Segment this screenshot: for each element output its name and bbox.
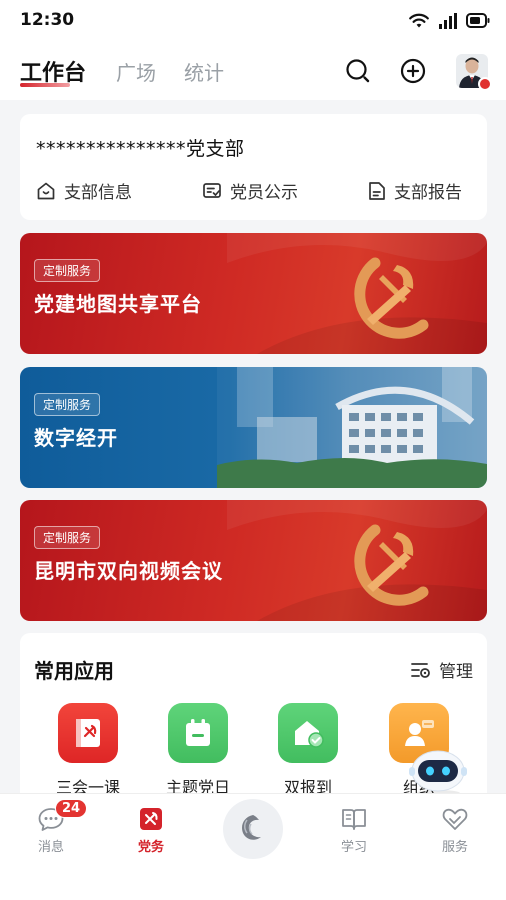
avatar[interactable] bbox=[456, 54, 492, 91]
wifi-icon bbox=[409, 13, 429, 28]
app-three-meetings[interactable]: 三会一课 bbox=[46, 703, 130, 798]
banner-title: 昆明市双向视频会议 bbox=[34, 559, 223, 583]
nav-party-affairs[interactable]: 党务 bbox=[121, 806, 181, 855]
heart-hand-icon bbox=[442, 808, 468, 830]
assistant-robot[interactable] bbox=[408, 747, 468, 797]
branch-report-label: 支部报告 bbox=[394, 183, 462, 203]
status-time: 12:30 bbox=[20, 10, 75, 30]
app-dual-report[interactable]: 双报到 bbox=[266, 703, 350, 798]
calendar-icon bbox=[186, 719, 210, 746]
tab-square[interactable]: 广场 bbox=[116, 57, 156, 86]
nav-label: 消息 bbox=[37, 840, 64, 855]
nav-label: 党务 bbox=[137, 840, 164, 855]
banner-title: 党建地图共享平台 bbox=[34, 292, 202, 316]
nav-label: 服务 bbox=[441, 840, 468, 855]
branch-card: ***************党支部 支部信息 党员公示 支部报告 bbox=[20, 114, 487, 220]
signal-icon bbox=[439, 12, 457, 29]
banner-digital-jingkai[interactable]: 定制服务 数字经开 bbox=[20, 367, 487, 488]
banner-video-conference[interactable]: 定制服务 昆明市双向视频会议 bbox=[20, 500, 487, 621]
top-header: 工作台 广场 统计 bbox=[0, 42, 506, 100]
nav-services[interactable]: 服务 bbox=[425, 806, 485, 855]
bottom-nav: 24 消息 党务 学习 服务 bbox=[0, 793, 506, 900]
nav-messages[interactable]: 24 消息 bbox=[21, 799, 88, 855]
house-icon bbox=[37, 182, 55, 199]
member-notice-link[interactable]: 党员公示 bbox=[202, 178, 298, 203]
nav-study[interactable]: 学习 bbox=[324, 806, 384, 855]
nav-label: 学习 bbox=[340, 840, 367, 855]
app-theme-party-day[interactable]: 主题党日 bbox=[156, 703, 240, 798]
notice-icon bbox=[203, 182, 221, 198]
manage-button[interactable]: 管理 bbox=[411, 657, 473, 682]
banner-tag: 定制服务 bbox=[34, 526, 101, 549]
branch-info-label: 支部信息 bbox=[64, 183, 132, 203]
party-emblem-icon bbox=[227, 233, 487, 354]
building-photo-icon bbox=[217, 367, 487, 488]
member-notice-label: 党员公示 bbox=[230, 183, 298, 203]
status-icons bbox=[408, 12, 490, 29]
app-icon-tile bbox=[58, 703, 118, 763]
plus-circle-icon bbox=[400, 58, 426, 84]
manage-label: 管理 bbox=[439, 662, 473, 682]
people-icon bbox=[405, 720, 434, 746]
party-book-icon bbox=[76, 719, 100, 747]
manage-settings-icon bbox=[411, 662, 430, 678]
banner-tag: 定制服务 bbox=[34, 393, 101, 416]
open-book-icon bbox=[342, 809, 366, 830]
branch-info-link[interactable]: 支部信息 bbox=[36, 178, 132, 203]
search-icon bbox=[346, 59, 370, 83]
app-icon-tile bbox=[168, 703, 228, 763]
party-affairs-icon bbox=[140, 808, 162, 830]
nav-center-button[interactable] bbox=[223, 799, 283, 859]
banner-tag: 定制服务 bbox=[34, 259, 101, 282]
unread-count-badge: 24 bbox=[55, 799, 88, 818]
party-member-badge bbox=[478, 77, 492, 91]
banner-title: 数字经开 bbox=[34, 426, 118, 450]
battery-icon bbox=[466, 13, 490, 28]
status-bar: 12:30 bbox=[0, 0, 506, 42]
branch-report-link[interactable]: 支部报告 bbox=[368, 178, 462, 203]
tab-statistics[interactable]: 统计 bbox=[184, 57, 224, 86]
search-button[interactable] bbox=[344, 57, 372, 85]
document-icon bbox=[369, 181, 385, 200]
home-check-icon bbox=[295, 721, 324, 748]
swirl-logo-icon bbox=[242, 815, 261, 840]
party-emblem-icon bbox=[227, 500, 487, 621]
branch-name: ***************党支部 bbox=[36, 138, 245, 160]
banner-party-map[interactable]: 定制服务 党建地图共享平台 bbox=[20, 233, 487, 354]
add-button[interactable] bbox=[399, 57, 427, 85]
apps-section-title: 常用应用 bbox=[34, 659, 114, 683]
app-icon-tile bbox=[278, 703, 338, 763]
robot-assistant-icon bbox=[409, 750, 467, 796]
active-tab-indicator bbox=[20, 83, 70, 87]
